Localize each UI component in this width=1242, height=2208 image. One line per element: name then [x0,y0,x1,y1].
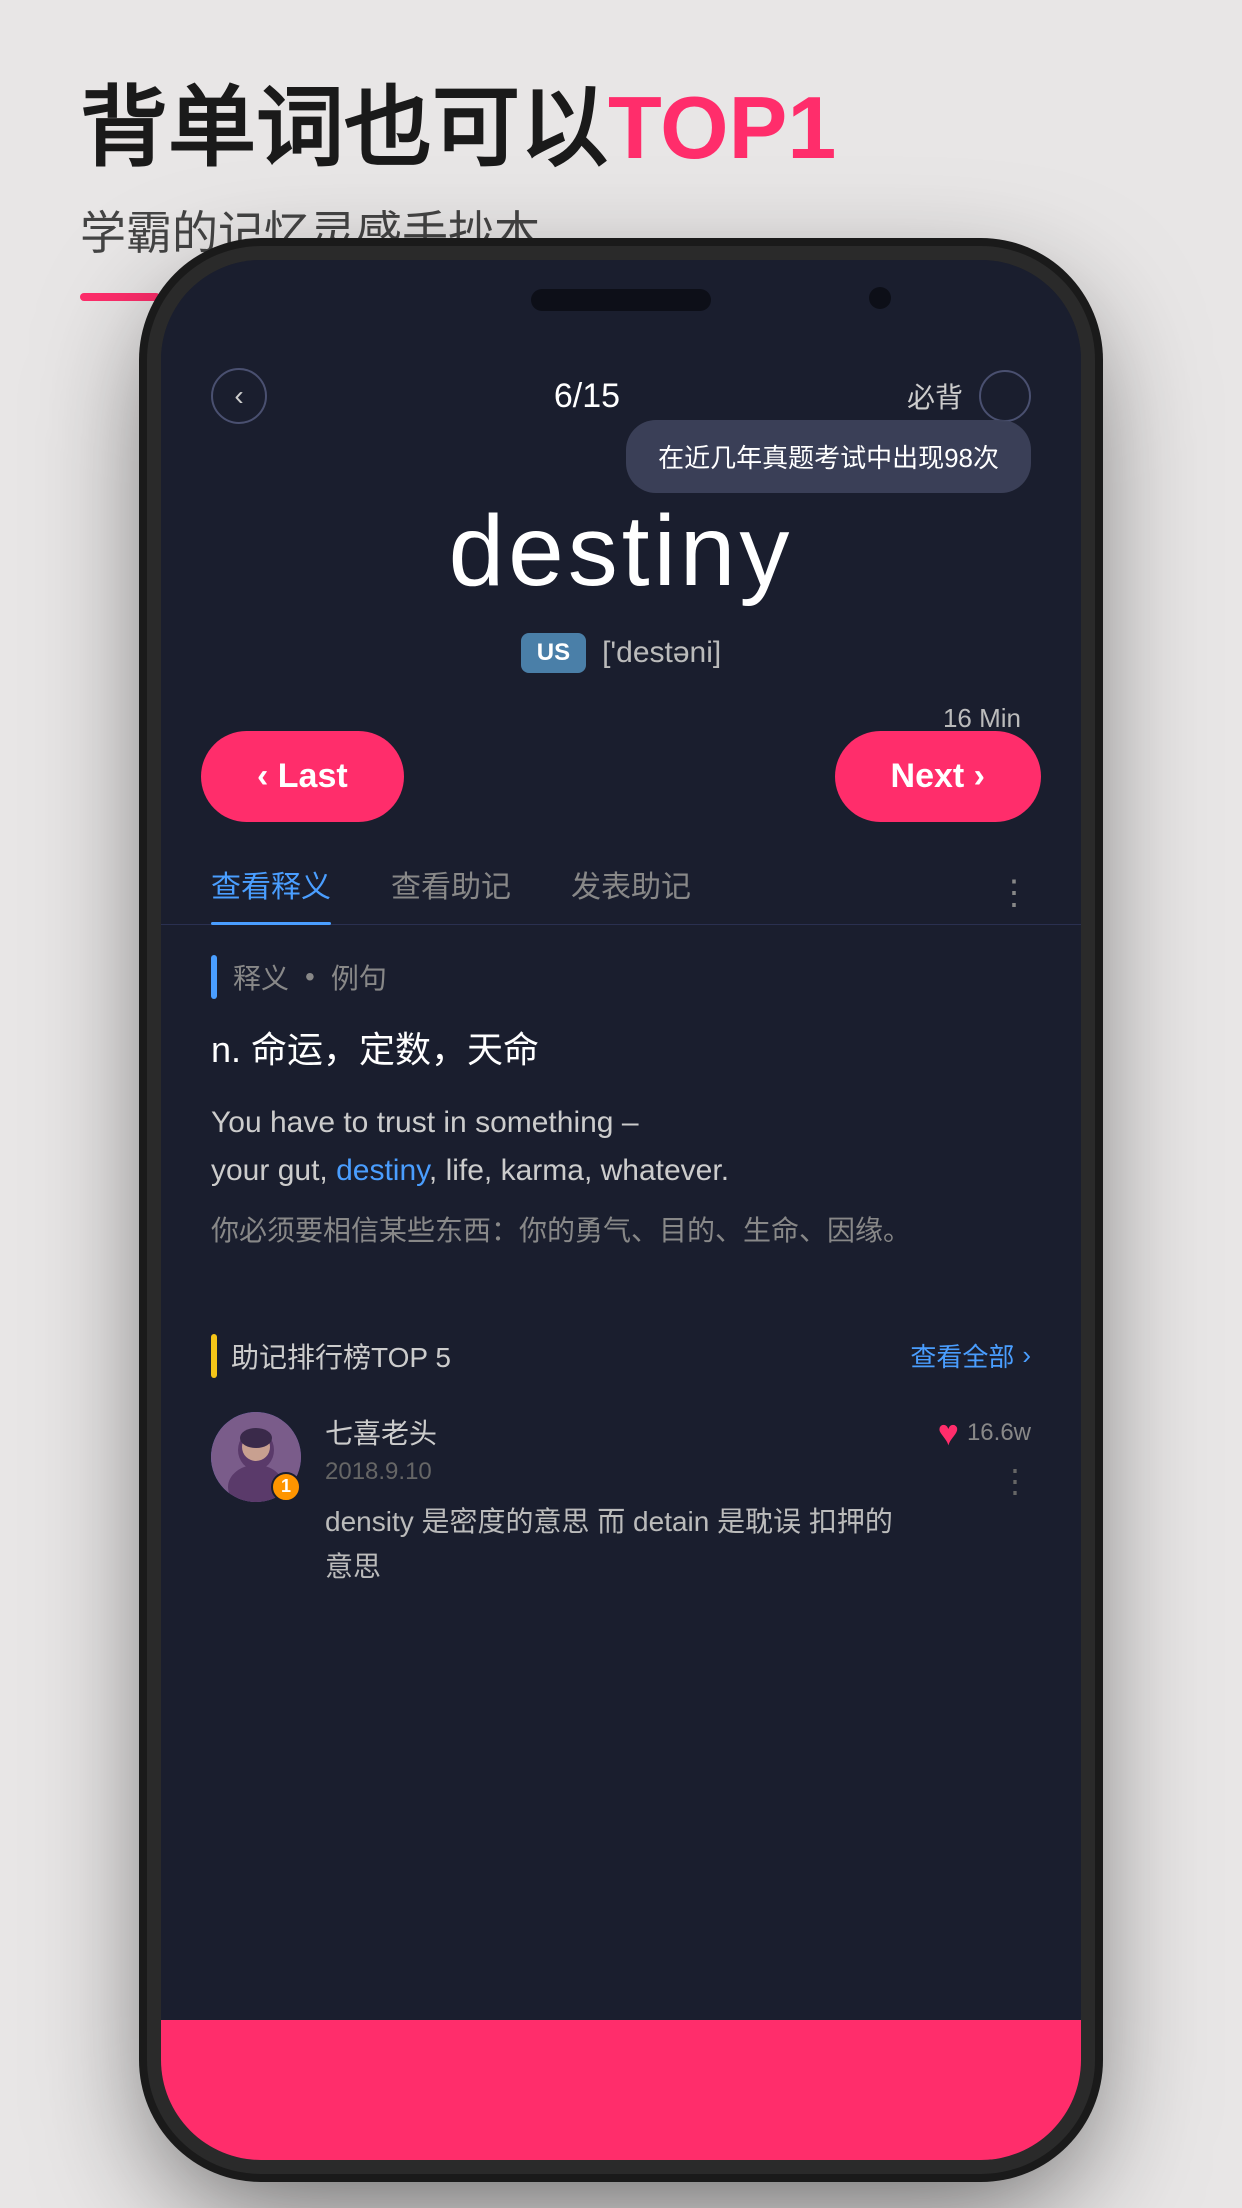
tabs-row: 查看释义 查看助记 发表助记 ⋮ [161,842,1081,925]
last-button[interactable]: ‹ Last [201,731,404,822]
heart-icon: ♥ [938,1412,959,1454]
word-navigation: 16 Min ‹ Last Next › [161,703,1081,842]
user-content: density 是密度的意思 而 detain 是耽误 扣押的意思 [325,1500,914,1590]
definition-text: n. 命运，定数，天命 [211,1023,1031,1077]
must-memorize-toggle[interactable] [979,370,1031,422]
next-button[interactable]: Next › [835,731,1041,822]
like-section[interactable]: ♥ 16.6w [938,1412,1031,1454]
top-underline [80,293,160,301]
like-count: 16.6w [967,1419,1031,1447]
mnemonic-card: 1 七喜老头 2018.9.10 density 是密度的意思 而 detain… [211,1402,1031,1600]
time-label: 16 Min [943,703,1021,734]
nav-right: 必背 [907,370,1031,422]
pronunciation: US ['destəni] [201,633,1041,673]
mnemonic-header: 助记排行榜TOP 5 查看全部 › [211,1334,1031,1378]
mnemonic-title-wrap: 助记排行榜TOP 5 [211,1334,451,1378]
tabs-more-button[interactable]: ⋮ [997,873,1031,913]
bottom-bar [161,2020,1081,2160]
section-sub: 例句 [331,957,387,997]
title-text: 背单词也可以 [80,78,608,177]
frequency-tooltip: 在近几年真题考试中出现98次 [626,420,1031,493]
tab-definition[interactable]: 查看释义 [211,862,331,924]
user-info: 七喜老头 2018.9.10 density 是密度的意思 而 detain 是… [325,1412,914,1590]
mnemonic-title: 助记排行榜TOP 5 [231,1336,451,1376]
mnemonic-section: 助记排行榜TOP 5 查看全部 › [161,1314,1081,1620]
pronunciation-badge: US [521,633,586,673]
mnemonic-bar-yellow [211,1334,217,1378]
chevron-right-icon: › [1022,1340,1031,1371]
definition-section: 释义 • 例句 n. 命运，定数，天命 You have to trust in… [161,925,1081,1314]
back-button[interactable]: ‹ [211,368,267,424]
section-title: 释义 [233,957,289,997]
title-highlight: TOP1 [608,78,836,177]
example-english: You have to trust in something –your gut… [211,1099,1031,1195]
section-bar-blue [211,955,217,999]
user-date: 2018.9.10 [325,1458,914,1486]
phone-camera [869,287,891,309]
avatar-wrap: 1 [211,1412,301,1502]
phone-top-bar [161,260,1081,340]
pronunciation-text: ['destəni] [602,636,721,670]
user-name: 七喜老头 [325,1412,914,1452]
must-memorize-label: 必背 [907,376,963,416]
section-label: 释义 • 例句 [211,955,1031,999]
tab-post-mnemonic[interactable]: 发表助记 [571,862,691,924]
word-highlight: destiny [336,1154,429,1187]
top-title: 背单词也可以TOP1 [80,80,1162,177]
main-word: destiny [201,494,1041,609]
phone-screen: ‹ 6/15 必背 在近几年真题考试中出现98次 destiny US ['de… [161,340,1081,2160]
phone-wrapper: ‹ 6/15 必背 在近几年真题考试中出现98次 destiny US ['de… [161,260,1081,2160]
phone-frame: ‹ 6/15 必背 在近几年真题考试中出现98次 destiny US ['de… [161,260,1081,2160]
example-chinese: 你必须要相信某些东西：你的勇气、目的、生命、因缘。 [211,1209,1031,1254]
tab-mnemonic[interactable]: 查看助记 [391,862,511,924]
rank-badge: 1 [271,1472,301,1502]
progress-indicator: 6/15 [554,377,620,416]
more-options-icon[interactable]: ⋮ [999,1462,1031,1500]
card-actions: ♥ 16.6w ⋮ [938,1412,1031,1500]
view-all-button[interactable]: 查看全部 › [910,1337,1031,1374]
section-dot: • [305,961,315,993]
phone-speaker [531,289,711,311]
top-subtitle: 学霸的记忆灵感手抄本 [80,197,1162,263]
